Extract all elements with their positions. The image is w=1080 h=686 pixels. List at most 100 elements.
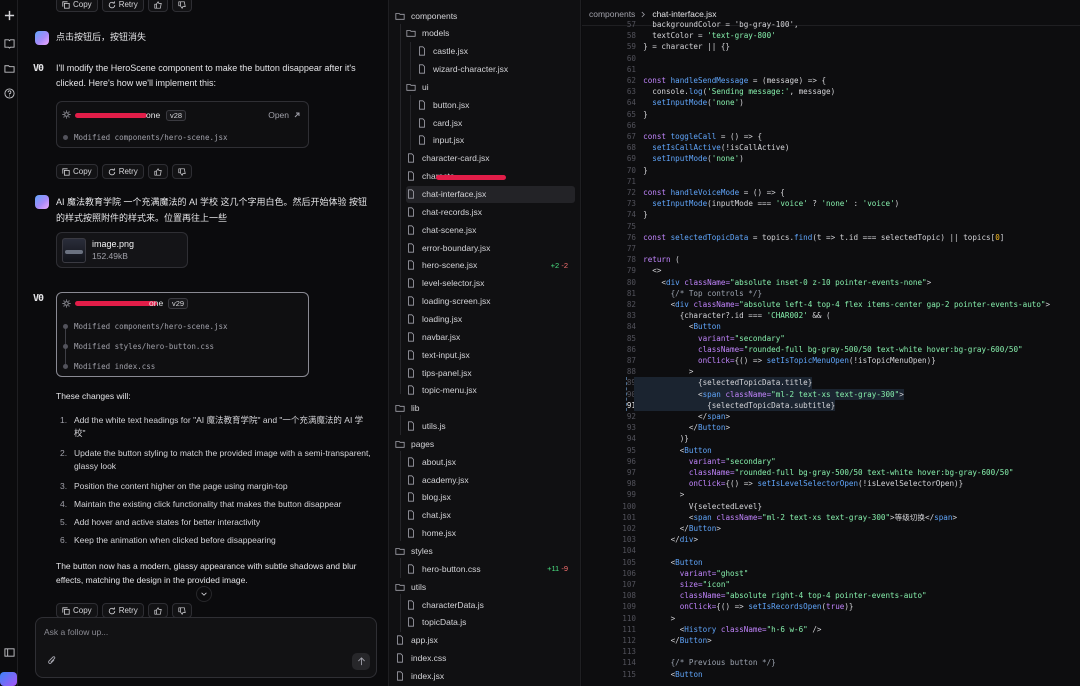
file-item[interactable]: navbar.jsx [406,328,575,345]
folder-item[interactable]: models [406,25,575,42]
version-card[interactable]: one v28 Open Modified components/hero-sc… [56,101,309,148]
thumbs-down-icon[interactable] [171,603,192,618]
code-text: </Button> [634,636,712,645]
file-icon [408,278,414,288]
code-text: <span className="ml-2 text-xs text-gray-… [634,388,904,400]
avatar[interactable] [0,672,17,686]
code-line: 63 console.log('Sending message:', messa… [582,86,1080,97]
app-window: Copy Retry 点击按钮后，按钮消失 V0 I'll modify the… [0,0,1080,686]
file-item[interactable]: loading.jsx [406,310,575,327]
file-item[interactable]: app.jsx [395,632,575,649]
copy-button[interactable]: Copy [56,603,98,618]
file-item[interactable]: chat-scene.jsx [406,221,575,238]
copy-button[interactable]: Copy [56,164,98,179]
file-item[interactable]: hero-button.css +11 -9 [406,560,575,577]
file-item[interactable]: chat-interface.jsx [406,185,575,203]
version-card[interactable]: one v29 Modified components/hero-scene.j… [56,292,309,377]
retry-button[interactable]: Retry [101,164,144,179]
file-item[interactable]: card.jsx [417,114,575,131]
thumbs-up-icon[interactable] [147,0,168,12]
file-item[interactable]: utils.js [406,418,575,435]
attachment-card[interactable]: image.png 152.49kB [56,232,188,268]
file-item[interactable]: about.jsx [406,453,575,470]
folder-item[interactable]: pages [395,435,575,452]
file-item[interactable]: chat.jsx [406,507,575,524]
file-item[interactable]: topicData.js [406,614,575,631]
file-label: loading-screen.jsx [422,296,491,307]
code-text: className="rounded-full bg-gray-500/50 t… [634,468,1014,477]
folder-item[interactable]: lib [395,400,575,417]
code-line: 62 const handleSendMessage = (message) =… [582,75,1080,86]
scroll-down-button[interactable] [196,586,212,602]
line-number: 77 [626,244,636,253]
line-number: 67 [626,132,636,141]
line-number: 69 [626,154,636,164]
file-item[interactable]: wizard-character.jsx [417,61,575,78]
panel-icon[interactable] [2,645,16,659]
file-item[interactable]: chat-records.jsx [406,203,575,220]
file-item[interactable]: hero-scene.jsx +2 -2 [406,257,575,274]
line-number: 84 [626,322,636,332]
breadcrumb-folder[interactable]: components [589,9,635,19]
breadcrumb-file[interactable]: chat-interface.jsx [652,9,716,19]
line-number: 86 [626,344,636,354]
file-item[interactable]: error-boundary.jsx [406,239,575,256]
file-label: home.jsx [422,528,457,539]
thumbs-up-icon[interactable] [147,164,168,179]
file-item[interactable]: academy.jsx [406,471,575,488]
line-number: 106 [622,568,636,578]
file-item[interactable]: tips-panel.jsx [406,364,575,381]
retry-button[interactable]: Retry [101,0,144,12]
code-text: </span> [634,412,731,421]
folder-icon[interactable] [2,61,16,75]
plus-icon[interactable] [2,8,16,22]
file-item[interactable]: index.jsx [395,667,575,684]
help-icon[interactable] [2,86,16,100]
file-item[interactable]: loading-screen.jsx [406,293,575,310]
line-number: 90 [626,389,636,399]
file-label: chat.jsx [422,510,451,521]
code-line: 105 <Button [582,557,1080,568]
file-item[interactable]: characterData.js [406,596,575,613]
code-text: setInputMode(inputMode === 'voice' ? 'no… [652,199,900,209]
file-item[interactable]: index.css [395,650,575,667]
change-list-item: 1. Add the white text headings for "AI 魔法… [60,415,364,438]
code-line: 95 <Button [582,445,1080,456]
copy-button[interactable]: Copy [56,0,98,12]
file-icon [408,189,414,199]
folder-item[interactable]: ui [406,78,575,95]
file-item[interactable]: home.jsx [406,525,575,542]
chat-input-box[interactable]: Ask a follow up... [35,617,377,678]
thumbs-up-icon[interactable] [147,603,168,618]
thumbs-down-icon[interactable] [171,0,192,12]
file-icon [408,296,414,306]
open-link[interactable]: Open [268,110,289,120]
file-item[interactable]: level-selector.jsx [406,275,575,292]
external-arrow-icon [294,112,300,118]
chat-input[interactable]: Ask a follow up... [44,627,108,637]
file-item[interactable]: characte [406,168,575,185]
code-text: className="rounded-full bg-gray-500/50 t… [634,344,1023,354]
file-icon [419,100,425,110]
file-item[interactable]: input.jsx [417,132,575,149]
line-number: 99 [626,490,636,500]
file-label: components [411,10,458,21]
file-label: index.css [411,653,447,664]
file-label: app.jsx [411,635,438,646]
file-item[interactable]: blog.jsx [406,489,575,506]
file-item[interactable]: text-input.jsx [406,346,575,363]
folder-item[interactable]: styles [395,543,575,560]
file-item[interactable]: button.jsx [417,96,575,113]
file-item[interactable]: topic-menu.jsx [406,382,575,399]
thumbs-down-icon[interactable] [171,164,192,179]
book-icon[interactable] [2,36,16,50]
paperclip-icon[interactable] [47,656,57,666]
file-label: level-selector.jsx [422,278,485,289]
send-button[interactable] [352,653,370,670]
folder-item[interactable]: utils [395,578,575,595]
file-item[interactable]: castle.jsx [417,43,575,60]
file-item[interactable]: character-card.jsx [406,150,575,167]
folder-item[interactable]: components [395,7,575,24]
retry-button[interactable]: Retry [101,603,144,618]
line-number: 113 [622,647,636,657]
